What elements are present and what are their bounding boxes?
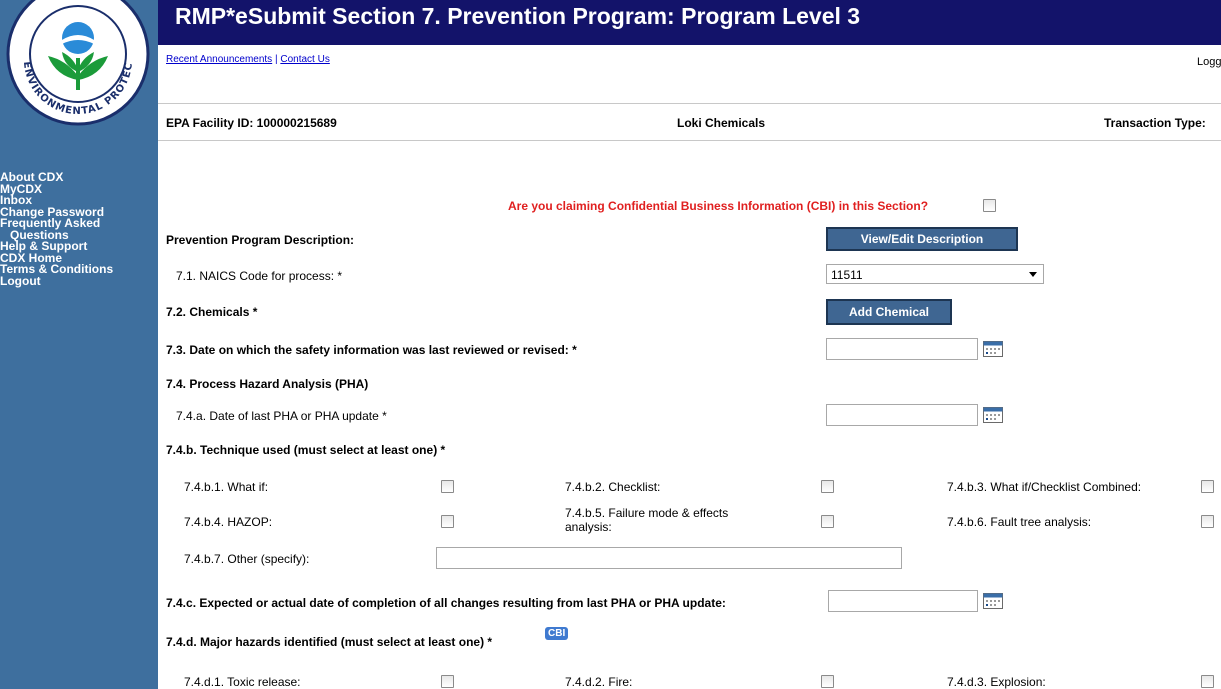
- facility-id: EPA Facility ID: 100000215689: [166, 116, 337, 130]
- naics-label: 7.1. NAICS Code for process: *: [176, 269, 343, 283]
- hazard-fire-label: 7.4.d.2. Fire:: [565, 675, 633, 689]
- add-chemical-button[interactable]: Add Chemical: [826, 299, 952, 325]
- view-edit-description-button[interactable]: View/Edit Description: [826, 227, 1018, 251]
- cbi-badge-icon[interactable]: CBI: [545, 627, 569, 640]
- technique-what-if-label: 7.4.b.1. What if:: [184, 480, 269, 494]
- cbi-checkbox[interactable]: [983, 199, 996, 212]
- hazard-explosion-checkbox[interactable]: [1201, 675, 1214, 688]
- hazard-fire-checkbox[interactable]: [821, 675, 834, 688]
- technique-fault-tree-checkbox[interactable]: [1201, 515, 1214, 528]
- technique-heading: 7.4.b. Technique used (must select at le…: [166, 443, 446, 457]
- title-bar: RMP*eSubmit Section 7. Prevention Progra…: [158, 0, 1221, 45]
- pha-heading: 7.4. Process Hazard Analysis (PHA): [166, 377, 369, 391]
- safety-date-input[interactable]: [826, 338, 978, 360]
- header-links: Recent Announcements | Contact Us: [166, 54, 330, 65]
- contact-us-link[interactable]: Contact Us: [280, 54, 329, 65]
- technique-fmea-label-line2: analysis:: [565, 520, 612, 534]
- calendar-icon[interactable]: [983, 341, 1003, 357]
- completion-date-input[interactable]: [828, 590, 978, 612]
- link-separator: |: [274, 54, 278, 65]
- pha-date-label: 7.4.a. Date of last PHA or PHA update *: [176, 409, 387, 423]
- page-title: RMP*eSubmit Section 7. Prevention Progra…: [175, 3, 861, 29]
- facility-bar: EPA Facility ID: 100000215689 Loki Chemi…: [158, 103, 1221, 141]
- naics-selected-value: 11511: [831, 268, 863, 282]
- technique-checklist-checkbox[interactable]: [821, 480, 834, 493]
- sidebar-nav: About CDX MyCDX Inbox Change Password Fr…: [0, 171, 158, 288]
- prevention-description-label: Prevention Program Description:: [166, 233, 355, 247]
- technique-other-input[interactable]: [436, 547, 902, 569]
- epa-logo: ENVIRONMENTAL PROTECTION AGENCY: [4, 0, 150, 126]
- technique-what-if-checkbox[interactable]: [441, 480, 454, 493]
- logout-link[interactable]: Logg: [1197, 56, 1221, 68]
- cbi-question: Are you claiming Confidential Business I…: [508, 199, 929, 213]
- calendar-icon[interactable]: [983, 407, 1003, 423]
- technique-fmea-label: 7.4.b.5. Failure mode & effects analysis…: [565, 506, 728, 534]
- technique-fault-tree-label: 7.4.b.6. Fault tree analysis:: [947, 515, 1092, 529]
- technique-hazop-checkbox[interactable]: [441, 515, 454, 528]
- technique-what-if-checklist-label: 7.4.b.3. What if/Checklist Combined:: [947, 480, 1142, 494]
- recent-announcements-link[interactable]: Recent Announcements: [166, 54, 272, 65]
- technique-fmea-checkbox[interactable]: [821, 515, 834, 528]
- hazards-heading: 7.4.d. Major hazards identified (must se…: [166, 635, 493, 649]
- completion-date-label: 7.4.c. Expected or actual date of comple…: [166, 596, 726, 610]
- naics-select[interactable]: 11511: [826, 264, 1044, 284]
- technique-other-label: 7.4.b.7. Other (specify):: [184, 552, 310, 566]
- chevron-down-icon: [1029, 272, 1037, 277]
- calendar-icon[interactable]: [983, 593, 1003, 609]
- technique-fmea-label-line1: 7.4.b.5. Failure mode & effects: [565, 506, 729, 520]
- nav-logout[interactable]: Logout: [0, 275, 158, 288]
- pha-date-input[interactable]: [826, 404, 978, 426]
- technique-hazop-label: 7.4.b.4. HAZOP:: [184, 515, 273, 529]
- facility-name: Loki Chemicals: [677, 116, 766, 130]
- hazard-explosion-label: 7.4.d.3. Explosion:: [947, 675, 1046, 689]
- technique-checklist-label: 7.4.b.2. Checklist:: [565, 480, 661, 494]
- hazard-toxic-release-checkbox[interactable]: [441, 675, 454, 688]
- technique-what-if-checklist-checkbox[interactable]: [1201, 480, 1214, 493]
- hazard-toxic-release-label: 7.4.d.1. Toxic release:: [184, 675, 301, 689]
- sidebar: ENVIRONMENTAL PROTECTION AGENCY About CD…: [0, 0, 158, 689]
- transaction-type-label: Transaction Type:: [1104, 116, 1206, 130]
- safety-date-label: 7.3. Date on which the safety informatio…: [166, 343, 577, 357]
- chemicals-label: 7.2. Chemicals *: [166, 305, 258, 319]
